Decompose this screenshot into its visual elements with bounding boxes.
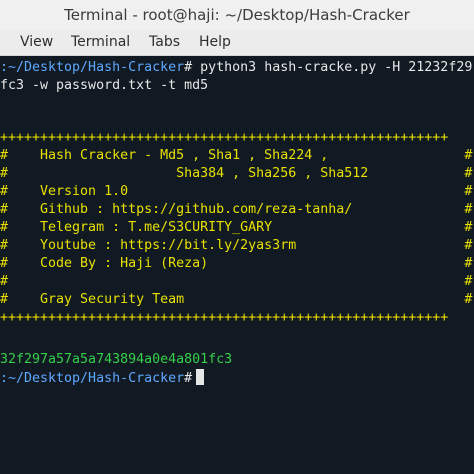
menu-bar: View Terminal Tabs Help bbox=[0, 30, 474, 56]
prompt-symbol: # bbox=[184, 371, 193, 386]
banner-line-2: # Sha384 , Sha256 , Sha512 # bbox=[0, 166, 473, 181]
banner-line-6: # Youtube : https://bit.ly/2yas3rm # bbox=[0, 238, 473, 253]
terminal-window: Terminal - root@haji: ~/Desktop/Hash-Cra… bbox=[0, 0, 474, 474]
command-text: python3 hash-cracke.py -H 21232f29 bbox=[192, 60, 473, 75]
menu-tabs[interactable]: Tabs bbox=[149, 34, 180, 50]
terminal-output[interactable]: :~/Desktop/Hash-Cracker# python3 hash-cr… bbox=[0, 57, 474, 474]
banner-line-9: # Gray Security Team # bbox=[0, 292, 473, 307]
text-cursor bbox=[196, 369, 205, 385]
prompt-line: :~/Desktop/Hash-Cracker# bbox=[0, 369, 205, 387]
banner-border-top: ++++++++++++++++++++++++++++++++++++++++… bbox=[0, 130, 449, 145]
menu-help[interactable]: Help bbox=[199, 34, 231, 50]
prompt-path: :~/Desktop/Hash-Cracker bbox=[0, 371, 185, 386]
menu-terminal[interactable]: Terminal bbox=[71, 34, 130, 50]
banner-line-7: # Code By : Haji (Reza) # bbox=[0, 256, 473, 271]
banner-line-3: # Version 1.0 # bbox=[0, 184, 473, 199]
command-prompt-symbol: # bbox=[184, 60, 193, 75]
command-path: :~/Desktop/Hash-Cracker bbox=[0, 60, 185, 75]
menu-view[interactable]: View bbox=[20, 34, 53, 50]
banner-border-bottom: ++++++++++++++++++++++++++++++++++++++++… bbox=[0, 310, 449, 325]
banner-line-5: # Telegram : T.me/S3CURITY_GARY # bbox=[0, 220, 473, 235]
window-title: Terminal - root@haji: ~/Desktop/Hash-Cra… bbox=[64, 6, 410, 24]
banner-line-1: # Hash Cracker - Md5 , Sha1 , Sha224 , # bbox=[0, 148, 473, 163]
banner-line-4: # Github : https://github.com/reza-tanha… bbox=[0, 202, 473, 217]
cracked-result: 32f297a57a5a743894a0e4a801fc3 bbox=[0, 352, 233, 367]
window-titlebar[interactable]: Terminal - root@haji: ~/Desktop/Hash-Cra… bbox=[0, 0, 474, 30]
command-line: :~/Desktop/Hash-Cracker# python3 hash-cr… bbox=[0, 59, 472, 77]
banner-line-8: # # bbox=[0, 274, 473, 289]
command-wrap-line: fc3 -w password.txt -t md5 bbox=[0, 78, 209, 93]
